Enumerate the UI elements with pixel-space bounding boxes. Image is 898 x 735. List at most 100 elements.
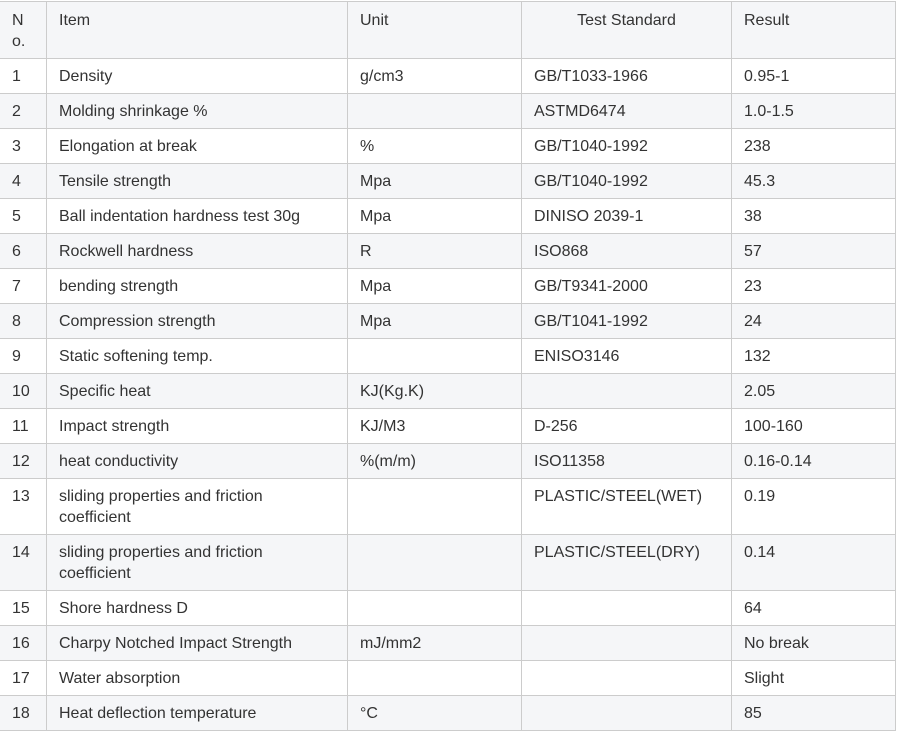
cell-unit <box>347 93 522 129</box>
cell-result: 132 <box>731 338 896 374</box>
table-row: 14 sliding properties and friction coeffi… <box>0 534 896 591</box>
cell-item: Impact strength <box>46 408 348 444</box>
table-header-row: No. Item Unit Test Standard Result <box>0 1 896 59</box>
cell-item: Density <box>46 58 348 94</box>
cell-no: 14 <box>0 534 47 591</box>
cell-result: 238 <box>731 128 896 164</box>
cell-item: Compression strength <box>46 303 348 339</box>
cell-no: 2 <box>0 93 47 129</box>
header-no: No. <box>0 1 47 59</box>
cell-unit: Mpa <box>347 163 522 199</box>
cell-unit: KJ/M3 <box>347 408 522 444</box>
cell-no: 5 <box>0 198 47 234</box>
table-row: 9 Static softening temp. ENISO3146 132 <box>0 338 896 374</box>
cell-result: 0.19 <box>731 478 896 535</box>
cell-test-standard: ISO868 <box>521 233 732 269</box>
cell-item: Shore hardness D <box>46 590 348 626</box>
table-row: 5 Ball indentation hardness test 30g Mpa DI… <box>0 198 896 234</box>
cell-test-standard: PLASTIC/STEEL(WET) <box>521 478 732 535</box>
table-row: 15 Shore hardness D 64 <box>0 590 896 626</box>
cell-test-standard: ENISO3146 <box>521 338 732 374</box>
cell-item: Ball indentation hardness test 30g <box>46 198 348 234</box>
cell-result: 2.05 <box>731 373 896 409</box>
cell-test-standard: PLASTIC/STEEL(DRY) <box>521 534 732 591</box>
cell-test-standard: GB/T1041-1992 <box>521 303 732 339</box>
cell-test-standard: ASTMD6474 <box>521 93 732 129</box>
cell-no: 6 <box>0 233 47 269</box>
cell-item: Water absorption <box>46 660 348 696</box>
cell-item: sliding properties and friction coeffici… <box>46 478 348 535</box>
cell-unit: KJ(Kg.K) <box>347 373 522 409</box>
properties-table: No. Item Unit Test Standard Result 1 Dens… <box>0 1 896 731</box>
cell-no: 11 <box>0 408 47 444</box>
header-unit: Unit <box>347 1 522 59</box>
cell-no: 7 <box>0 268 47 304</box>
cell-test-standard <box>521 625 732 661</box>
cell-item: Molding shrinkage % <box>46 93 348 129</box>
cell-unit <box>347 338 522 374</box>
table-row: 10 Specific heat KJ(Kg.K) 2.05 <box>0 373 896 409</box>
cell-unit: Mpa <box>347 198 522 234</box>
cell-unit: g/cm3 <box>347 58 522 94</box>
cell-no: 8 <box>0 303 47 339</box>
cell-no: 12 <box>0 443 47 479</box>
cell-item: Elongation at break <box>46 128 348 164</box>
cell-unit <box>347 660 522 696</box>
cell-test-standard: GB/T1033-1966 <box>521 58 732 94</box>
cell-unit: mJ/mm2 <box>347 625 522 661</box>
cell-result: 0.95-1 <box>731 58 896 94</box>
table-row: 13 sliding properties and friction coeffi… <box>0 478 896 535</box>
cell-no: 1 <box>0 58 47 94</box>
cell-unit: °C <box>347 695 522 731</box>
cell-item: Static softening temp. <box>46 338 348 374</box>
table-row: 17 Water absorption Slight <box>0 660 896 696</box>
table-row: 16 Charpy Notched Impact Strength mJ/mm2 No… <box>0 625 896 661</box>
cell-unit <box>347 478 522 535</box>
table-row: 1 Density g/cm3 GB/T1033-1966 0.95-1 <box>0 58 896 94</box>
cell-test-standard: GB/T1040-1992 <box>521 163 732 199</box>
cell-result: 0.14 <box>731 534 896 591</box>
cell-unit <box>347 534 522 591</box>
cell-no: 18 <box>0 695 47 731</box>
cell-test-standard: GB/T9341-2000 <box>521 268 732 304</box>
cell-test-standard <box>521 695 732 731</box>
cell-test-standard: GB/T1040-1992 <box>521 128 732 164</box>
table-row: 6 Rockwell hardness R ISO868 57 <box>0 233 896 269</box>
table-row: 18 Heat deflection temperature °C 85 <box>0 695 896 731</box>
cell-result: 38 <box>731 198 896 234</box>
table-row: 12 heat conductivity %(m/m) ISO11358 0.16-0.… <box>0 443 896 479</box>
table-row: 11 Impact strength KJ/M3 D-256 100-160 <box>0 408 896 444</box>
cell-result: 0.16-0.14 <box>731 443 896 479</box>
cell-item: Rockwell hardness <box>46 233 348 269</box>
table-row: 8 Compression strength Mpa GB/T1041-1992 24 <box>0 303 896 339</box>
cell-result: 57 <box>731 233 896 269</box>
cell-item: Tensile strength <box>46 163 348 199</box>
cell-test-standard: ISO11358 <box>521 443 732 479</box>
table-row: 3 Elongation at break% GB/T1040-1992 238 <box>0 128 896 164</box>
cell-item: Heat deflection temperature <box>46 695 348 731</box>
cell-test-standard <box>521 590 732 626</box>
cell-unit: Mpa <box>347 268 522 304</box>
cell-test-standard <box>521 373 732 409</box>
cell-test-standard <box>521 660 732 696</box>
cell-result: 45.3 <box>731 163 896 199</box>
cell-result: 1.0-1.5 <box>731 93 896 129</box>
cell-result: 85 <box>731 695 896 731</box>
cell-no: 17 <box>0 660 47 696</box>
cell-result: Slight <box>731 660 896 696</box>
cell-no: 3 <box>0 128 47 164</box>
cell-result: No break <box>731 625 896 661</box>
cell-unit <box>347 590 522 626</box>
cell-item: sliding properties and friction coeffici… <box>46 534 348 591</box>
cell-unit: R <box>347 233 522 269</box>
cell-no: 15 <box>0 590 47 626</box>
cell-no: 9 <box>0 338 47 374</box>
cell-item: heat conductivity <box>46 443 348 479</box>
cell-result: 64 <box>731 590 896 626</box>
header-result: Result <box>731 1 896 59</box>
cell-result: 100-160 <box>731 408 896 444</box>
table-row: 7 bending strength Mpa GB/T9341-2000 23 <box>0 268 896 304</box>
cell-unit: Mpa <box>347 303 522 339</box>
cell-no: 16 <box>0 625 47 661</box>
cell-no: 13 <box>0 478 47 535</box>
